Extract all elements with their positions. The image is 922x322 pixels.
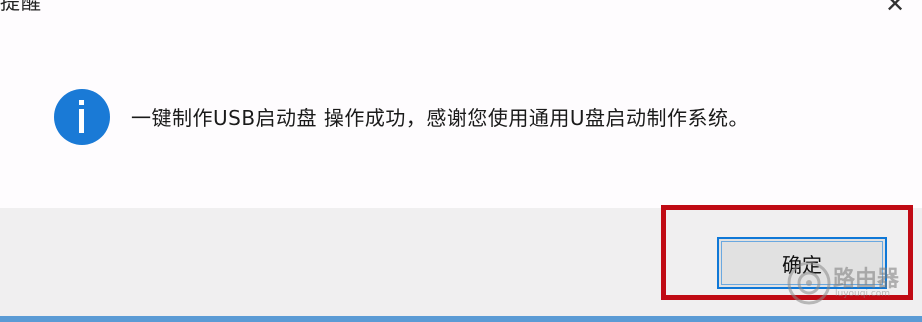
window-bottom-edge [0, 316, 922, 322]
watermark-subtitle: luyouqi.com [835, 289, 891, 299]
info-icon [53, 88, 111, 146]
close-button[interactable]: ✕ [882, 0, 908, 16]
dialog-message: 一键制作USB启动盘 操作成功，感谢您使用通用U盘启动制作系统。 [131, 106, 750, 130]
dialog-content: 提醒 ✕ 一键制作USB启动盘 操作成功，感谢您使用通用U盘启动制作系统。 [0, 0, 922, 208]
dialog-title: 提醒 [0, 0, 42, 14]
watermark: 路由器 luyouqi.com [785, 259, 915, 309]
router-logo-icon [787, 261, 831, 305]
message-dialog: 提醒 ✕ 一键制作USB启动盘 操作成功，感谢您使用通用U盘启动制作系统。 确定… [0, 0, 922, 322]
